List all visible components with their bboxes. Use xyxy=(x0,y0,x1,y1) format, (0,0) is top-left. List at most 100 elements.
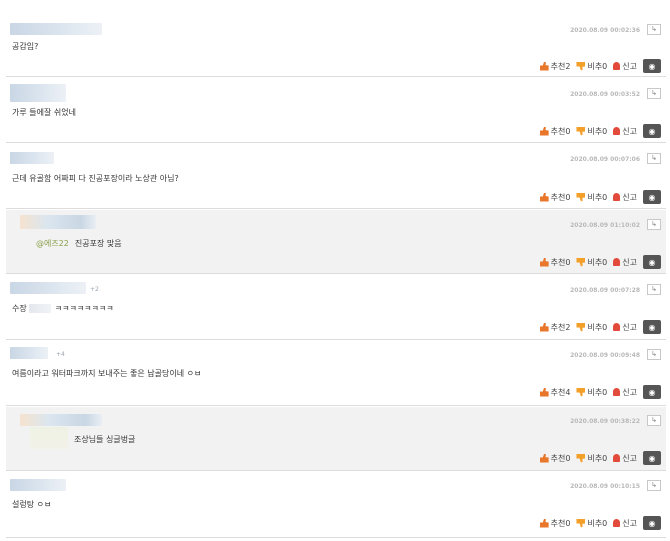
hide-button[interactable]: ◉ xyxy=(643,451,661,465)
nickname[interactable] xyxy=(10,152,54,164)
siren-icon xyxy=(613,62,621,70)
reply-button[interactable]: ↳ xyxy=(647,480,661,491)
thumbs-down-icon xyxy=(576,518,586,528)
comment-actions: 추천0 비추0 신고 ◉ xyxy=(534,124,661,138)
comment-item: +4 2020.08.09 00:09:48 ↳ 여름이라고 워터파크까지 보내… xyxy=(6,341,666,406)
comment-item: 2020.08.09 00:07:06 ↳ 근데 유골함 어짜피 다 진공포장이… xyxy=(6,144,666,209)
comment-text: 수장 ㅋㅋㅋㅋㅋㅋㅋㅋ xyxy=(12,304,114,313)
thumbs-down-icon xyxy=(576,257,586,267)
upvote-button[interactable]: 추천0 xyxy=(539,192,570,203)
upvote-button[interactable]: 추천0 xyxy=(539,126,570,137)
thumbs-up-icon xyxy=(539,126,549,136)
comment-timestamp: 2020.08.09 00:07:06 xyxy=(570,156,640,163)
nickname[interactable] xyxy=(10,479,66,491)
siren-icon xyxy=(613,193,621,201)
comment-timestamp: 2020.08.09 00:02:36 xyxy=(570,27,640,34)
comment-text: 여름이라고 워터파크까지 보내주는 좋은 납골당이네 ㅇㅂ xyxy=(12,369,202,378)
upvote-button[interactable]: 추천0 xyxy=(539,453,570,464)
hide-button[interactable]: ◉ xyxy=(643,385,661,399)
downvote-button[interactable]: 비추0 xyxy=(576,257,607,268)
eye-hide-icon: ◉ xyxy=(648,257,656,267)
reply-text: 진공포장 맞음 xyxy=(74,239,122,248)
report-button[interactable]: 신고 xyxy=(613,192,637,203)
nickname[interactable] xyxy=(10,347,48,359)
hide-button[interactable]: ◉ xyxy=(643,255,661,269)
eye-hide-icon: ◉ xyxy=(648,61,656,71)
reply-button[interactable]: ↳ xyxy=(647,153,661,164)
comment-actions: 추천4 비추0 신고 ◉ xyxy=(534,385,661,399)
downvote-button[interactable]: 비추0 xyxy=(576,192,607,203)
level-badge: +2 xyxy=(90,286,99,293)
eye-hide-icon: ◉ xyxy=(648,192,656,202)
comment-text: 조상님들 싱글벙글 xyxy=(74,435,136,444)
comment-timestamp: 2020.08.09 00:10:15 xyxy=(570,483,640,490)
upvote-button[interactable]: 추천2 xyxy=(539,322,570,333)
nickname[interactable] xyxy=(10,23,102,35)
hide-button[interactable]: ◉ xyxy=(643,59,661,73)
eye-hide-icon: ◉ xyxy=(648,453,656,463)
thumbs-up-icon xyxy=(539,387,549,397)
nickname[interactable] xyxy=(10,84,66,102)
thumbs-up-icon xyxy=(539,518,549,528)
reply-button[interactable]: ↳ xyxy=(647,415,661,426)
eye-hide-icon: ◉ xyxy=(648,322,656,332)
thumbs-down-icon xyxy=(576,61,586,71)
report-button[interactable]: 신고 xyxy=(613,518,637,529)
eye-hide-icon: ◉ xyxy=(648,126,656,136)
downvote-button[interactable]: 비추0 xyxy=(576,61,607,72)
upvote-button[interactable]: 추천0 xyxy=(539,518,570,529)
downvote-button[interactable]: 비추0 xyxy=(576,387,607,398)
comment-text: 설렁탕 ㅇㅂ xyxy=(12,500,52,509)
reply-button[interactable]: ↳ xyxy=(647,24,661,35)
reply-button[interactable]: ↳ xyxy=(647,88,661,99)
nickname[interactable] xyxy=(20,215,96,229)
avatar xyxy=(30,427,68,449)
nickname[interactable] xyxy=(20,414,102,426)
eye-hide-icon: ◉ xyxy=(648,387,656,397)
thumbs-down-icon xyxy=(576,126,586,136)
thumbs-down-icon xyxy=(576,453,586,463)
blurred-word xyxy=(28,304,51,313)
comment-actions: 추천0 비추0 신고 ◉ xyxy=(534,190,661,204)
thumbs-down-icon xyxy=(576,322,586,332)
downvote-button[interactable]: 비추0 xyxy=(576,518,607,529)
thumbs-up-icon xyxy=(539,192,549,202)
hide-button[interactable]: ◉ xyxy=(643,516,661,530)
comment-timestamp: 2020.08.09 00:07:28 xyxy=(570,287,640,294)
report-button[interactable]: 신고 xyxy=(613,453,637,464)
upvote-button[interactable]: 추천2 xyxy=(539,61,570,72)
report-button[interactable]: 신고 xyxy=(613,61,637,72)
thumbs-down-icon xyxy=(576,192,586,202)
thumbs-up-icon xyxy=(539,61,549,71)
hide-button[interactable]: ◉ xyxy=(643,124,661,138)
mention-link[interactable]: @에즈22 xyxy=(36,239,69,248)
reply-button[interactable]: ↳ xyxy=(647,219,661,230)
report-button[interactable]: 신고 xyxy=(613,257,637,268)
report-button[interactable]: 신고 xyxy=(613,322,637,333)
comment-timestamp: 2020.08.09 00:09:48 xyxy=(570,352,640,359)
reply-button[interactable]: ↳ xyxy=(647,284,661,295)
downvote-button[interactable]: 비추0 xyxy=(576,322,607,333)
comment-text: 공감임? xyxy=(12,42,39,51)
hide-button[interactable]: ◉ xyxy=(643,320,661,334)
thumbs-up-icon xyxy=(539,453,549,463)
upvote-button[interactable]: 추천0 xyxy=(539,257,570,268)
reply-comment-item: 2020.08.09 01:10:02 ↳ @에즈22 진공포장 맞음 추천0 비… xyxy=(6,210,666,274)
downvote-button[interactable]: 비추0 xyxy=(576,453,607,464)
upvote-button[interactable]: 추천4 xyxy=(539,387,570,398)
comment-actions: 추천2 비추0 신고 ◉ xyxy=(534,59,661,73)
downvote-button[interactable]: 비추0 xyxy=(576,126,607,137)
thumbs-up-icon xyxy=(539,257,549,267)
comment-actions: 추천0 비추0 신고 ◉ xyxy=(534,451,661,465)
nickname[interactable] xyxy=(10,282,86,294)
comment-item: 2020.08.09 00:02:36 ↳ 공감임? 추천2 비추0 신고 ◉ xyxy=(6,14,666,77)
comment-timestamp: 2020.08.09 00:38:22 xyxy=(570,418,640,425)
reply-button[interactable]: ↳ xyxy=(647,349,661,360)
siren-icon xyxy=(613,127,621,135)
reply-comment-item: 2020.08.09 00:38:22 ↳ 조상님들 싱글벙글 추천0 비추0 … xyxy=(6,407,666,471)
report-button[interactable]: 신고 xyxy=(613,387,637,398)
hide-button[interactable]: ◉ xyxy=(643,190,661,204)
report-button[interactable]: 신고 xyxy=(613,126,637,137)
comment-item: +2 2020.08.09 00:07:28 ↳ 수장 ㅋㅋㅋㅋㅋㅋㅋㅋ 추천2 … xyxy=(6,275,666,340)
comment-timestamp: 2020.08.09 01:10:02 xyxy=(570,222,640,229)
